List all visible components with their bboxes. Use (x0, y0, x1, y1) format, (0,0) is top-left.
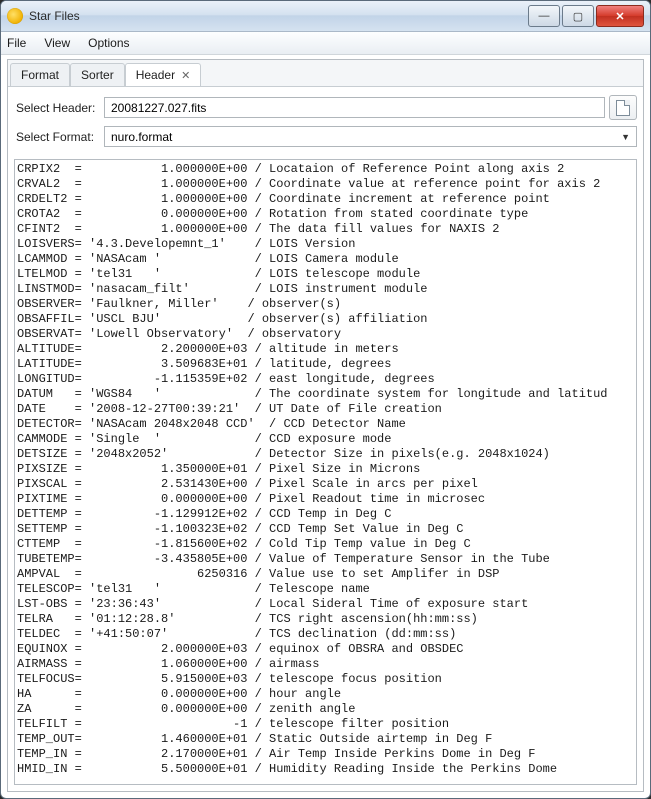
menu-options[interactable]: Options (88, 36, 129, 50)
client-area: Format Sorter Header ✕ Select Header: (7, 59, 644, 792)
tab-label: Sorter (81, 68, 114, 82)
tab-bar: Format Sorter Header ✕ (8, 60, 643, 87)
app-icon (7, 8, 23, 24)
select-header-input[interactable] (104, 97, 605, 118)
file-icon (616, 100, 630, 116)
maximize-button[interactable]: ▢ (562, 5, 594, 27)
close-button[interactable]: ✕ (596, 5, 644, 27)
menu-file[interactable]: File (7, 36, 26, 50)
select-format-label: Select Format: (14, 130, 104, 144)
tab-format[interactable]: Format (10, 63, 70, 86)
fits-header-view[interactable]: CRPIX2 = 1.000000E+00 / Locataion of Ref… (14, 159, 637, 785)
form-area: Select Header: Select Format: nuro.forma… (8, 87, 643, 159)
window-title: Star Files (29, 9, 526, 23)
tab-header[interactable]: Header ✕ (125, 63, 202, 86)
app-window: Star Files — ▢ ✕ File View Options Forma… (0, 0, 651, 799)
titlebar[interactable]: Star Files — ▢ ✕ (1, 1, 650, 32)
tab-label: Format (21, 68, 59, 82)
dropdown-value: nuro.format (111, 130, 172, 144)
tab-label: Header (136, 68, 175, 82)
menu-view[interactable]: View (44, 36, 70, 50)
menubar: File View Options (1, 32, 650, 55)
select-format-dropdown[interactable]: nuro.format ▼ (104, 126, 637, 147)
chevron-down-icon: ▼ (621, 132, 630, 142)
select-header-label: Select Header: (14, 101, 104, 115)
minimize-button[interactable]: — (528, 5, 560, 27)
tab-sorter[interactable]: Sorter (70, 63, 125, 86)
browse-file-button[interactable] (609, 95, 637, 120)
close-icon[interactable]: ✕ (181, 69, 190, 82)
